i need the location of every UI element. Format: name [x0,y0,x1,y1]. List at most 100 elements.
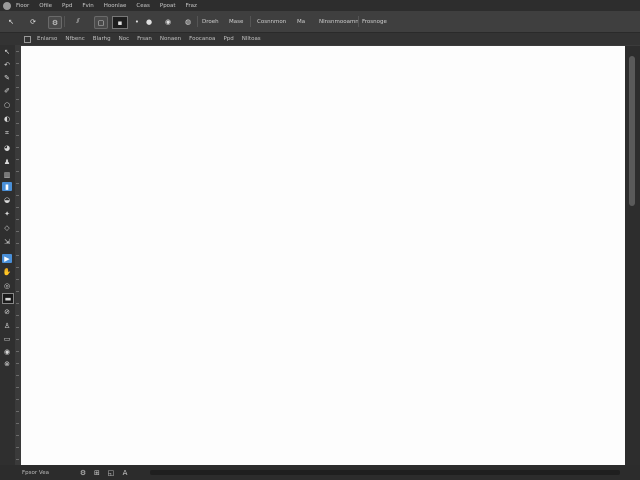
ruler-tick [16,123,19,124]
option-9[interactable]: Nlltoas [242,36,261,42]
settings-icon[interactable]: ⚙ [48,16,62,29]
horizontal-scrollbar[interactable] [150,470,620,475]
ruler-tick [16,375,19,376]
option-6[interactable]: Nonaen [160,36,181,42]
option-8[interactable]: Ppd [223,36,233,42]
toolbar-label-2[interactable]: Mase [229,19,243,25]
ruler-tick [16,363,19,364]
mask-icon[interactable]: ◎ [2,281,12,290]
ruler-tick [16,447,19,448]
fill-icon[interactable]: ▮ [2,182,12,191]
move-tool-icon[interactable]: ↖ [5,16,17,27]
crop-icon[interactable]: ⌗ [2,129,12,138]
lasso-icon[interactable]: ↶ [2,60,12,69]
ruler-tick [16,243,19,244]
text-icon[interactable]: ✦ [2,209,12,218]
toolbar-label-5[interactable]: Nlnsnmooamn [319,19,359,25]
option-1[interactable]: Enlarso [37,36,57,42]
menu-item-1[interactable]: Fioor [16,3,29,9]
ruler-tick [16,351,19,352]
option-7[interactable]: Foocanoa [189,36,215,42]
pointer-icon[interactable]: ↖ [2,47,12,56]
refresh-icon[interactable]: ⟳ [27,16,39,27]
vertical-scrollbar[interactable] [625,46,640,465]
option-5[interactable]: Frsan [137,36,152,42]
ruler-tick [16,135,19,136]
quickmask-icon[interactable]: ▬ [2,293,14,304]
ruler-tick [16,291,19,292]
ruler-tick [16,279,19,280]
ruler-tick [16,51,19,52]
ruler-tick [16,459,19,460]
toolbar-label-6[interactable]: Frosnoge [362,19,387,25]
nav-icon[interactable]: ⊞ [93,469,101,477]
toolbar-label-4[interactable]: Ma [297,19,305,25]
gradient-icon[interactable]: ▥ [2,170,12,179]
ruler-tick [16,267,19,268]
option-4[interactable]: Noc [119,36,130,42]
brush-icon[interactable]: ✎ [2,73,12,82]
ruler-tick [16,147,19,148]
extra-icon[interactable]: ▭ [2,334,12,343]
camera-icon[interactable]: ♙ [2,321,12,330]
circle-tool-icon[interactable]: ○ [2,100,12,109]
app-logo-icon [3,1,11,10]
circle-small-icon[interactable]: ● [144,16,154,27]
ruler-tick [16,411,19,412]
ruler-tick [16,99,19,100]
ruler-tick [16,423,19,424]
color-icon[interactable]: ✋ [2,267,12,276]
eyedropper-icon[interactable]: ◕ [2,143,12,152]
ruler-tick [16,219,19,220]
comment-icon[interactable]: ◉ [163,16,173,27]
ruler-tick [16,171,19,172]
info-icon[interactable]: ⚙ [79,469,87,477]
ruler-tick [16,207,19,208]
ruler-tick [16,159,19,160]
align-icon[interactable]: ⫽ [72,16,84,27]
zoom-icon[interactable]: ▶ [2,254,12,263]
ruler-tick [16,315,19,316]
pen-icon[interactable]: ✐ [2,86,12,95]
ruler-tick [16,435,19,436]
ruler-tick [16,63,19,64]
menu-item-2[interactable]: Ofile [39,3,52,9]
dodge-icon[interactable]: ◒ [2,195,12,204]
shape-icon[interactable]: ◐ [2,114,12,123]
scrollbar-thumb[interactable] [629,56,635,206]
stamp-icon[interactable]: ♟ [2,157,12,166]
path-icon[interactable]: ◇ [2,223,12,232]
screen-mode-icon[interactable]: ⊗ [2,359,12,368]
channel-icon[interactable]: ◱ [107,469,115,477]
ruler-tick [16,195,19,196]
dot-icon[interactable]: • [133,16,141,27]
options-menu-icon[interactable] [24,35,31,43]
ruler-tick [16,339,19,340]
radio-icon[interactable]: ◍ [183,16,193,27]
menu-item-6[interactable]: Ceas [136,3,149,9]
ruler-tick [16,255,19,256]
menu-item-8[interactable]: Fraz [186,3,197,9]
font-icon[interactable]: A [121,469,129,477]
ruler-tick [16,183,19,184]
ruler-tick [16,231,19,232]
ruler-tick [16,399,19,400]
document-canvas[interactable] [21,46,625,465]
menu-item-4[interactable]: Fvin [82,3,93,9]
menu-item-3[interactable]: Ppd [62,3,72,9]
hand-icon[interactable]: ⇲ [2,237,12,246]
toolbar-label-3[interactable]: Cosnnmon [257,19,286,25]
tool-palette: ↖ ↶ ✎ ✐ ○ ◐ ⌗ ◕ ♟ ▥ ▮ ◒ ✦ ◇ ⇲ ▶ ✋ ◎ ▬ ⊘ … [0,45,15,465]
ruler-tick [16,387,19,388]
option-2[interactable]: Nfbenc [65,36,84,42]
toolbar-label-1[interactable]: Droeh [202,19,219,25]
menu-item-7[interactable]: Ppoat [160,3,176,9]
top-toolbar: ↖ ⟳ ⚙ ⫽ ▢ ▪ • ● ◉ ◍ Droeh Mase Cosnnmon … [0,11,640,33]
screen-icon[interactable]: ⊘ [2,307,12,316]
menu-item-5[interactable]: Hoonlae [104,3,127,9]
ruler-tick [16,111,19,112]
fg-color-icon[interactable]: ◉ [2,347,12,356]
option-3[interactable]: Blarhg [93,36,111,42]
layer-thumb-icon[interactable]: ▪ [112,16,128,29]
frame-icon[interactable]: ▢ [94,16,108,29]
